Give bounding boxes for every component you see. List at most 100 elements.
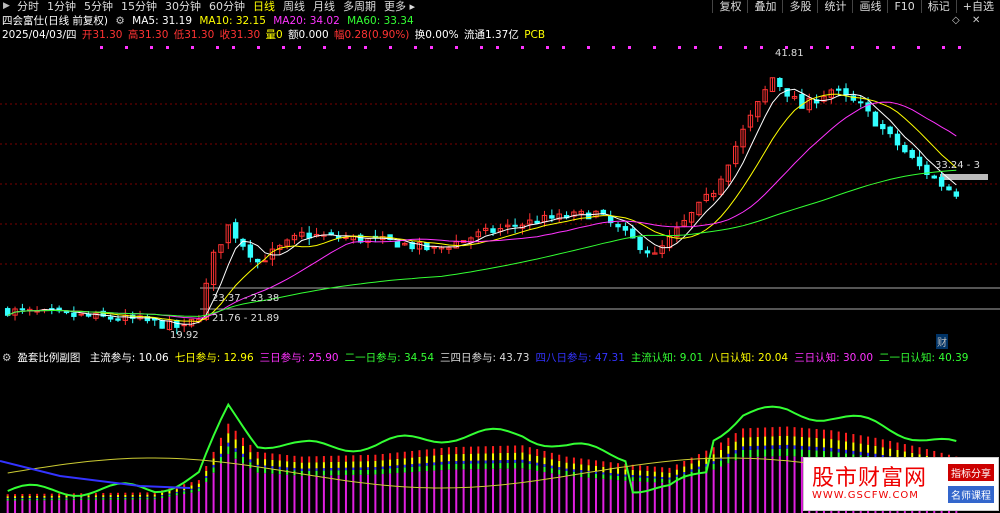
signal-dot [562, 46, 565, 49]
candle-body [953, 191, 960, 197]
signal-dot [521, 46, 524, 49]
signal-dot [810, 46, 813, 49]
candle-body [887, 126, 893, 135]
indicator-name: 盈套比例副图 [17, 352, 81, 364]
candle-body [63, 311, 70, 314]
signal-dot [480, 46, 483, 49]
high-label: 高31.30 [127, 29, 169, 41]
signal-dot [546, 46, 549, 49]
signal-dot [496, 46, 499, 49]
signal-dot [125, 46, 128, 49]
period-tabs: 分时 1分钟 5分钟 15分钟 30分钟 60分钟 日线 周线 月线 多周期 更多 ▸ [13, 0, 419, 13]
candle-body [938, 176, 945, 187]
candle-body [843, 88, 849, 96]
period-tab[interactable]: 5分钟 [80, 0, 117, 13]
price-annotation: 23.37 - 23.38 [212, 293, 279, 304]
signal-dot [653, 46, 656, 49]
watermark-tag-course: 名师课程 [948, 486, 994, 503]
period-toolbar: ▶ 分时 1分钟 5分钟 15分钟 30分钟 60分钟 日线 周线 月线 多周期 更多 ▸ 复权 叠加… [0, 0, 1000, 13]
candle-body [394, 240, 401, 248]
candle-body [615, 223, 621, 228]
moving-average-line [7, 101, 957, 319]
toolbar-button[interactable]: 多股 [782, 0, 817, 13]
candle-body [850, 95, 857, 101]
toolbar-button[interactable]: F10 [887, 0, 920, 13]
low-label: 低31.30 [173, 29, 215, 41]
signal-dot [455, 46, 458, 49]
candle-body [909, 149, 915, 158]
finance-badge[interactable]: 财 [936, 334, 948, 349]
header-price-row: 2025/04/03/四 开31.30 高31.30 低31.30 收31.30… [2, 29, 547, 42]
indicator-item: 七日参与: 12.96 [174, 352, 254, 364]
candle-body [232, 222, 239, 239]
signal-dot [389, 46, 392, 49]
signal-dot [100, 46, 103, 49]
signal-dot [612, 46, 615, 49]
candlestick-chart[interactable]: 41.81 33.24 - 3 23.37 - 23.38 21.76 - 21.89… [0, 44, 1000, 349]
change-label: 幅0.28(0.90%) [333, 29, 410, 41]
signal-dot [587, 46, 590, 49]
indicator-legend: ⚙ 盈套比例副图 主流参与: 10.06 七日参与: 12.96 三日参与: 25.9… [2, 352, 980, 365]
toolbar-button[interactable]: 画线 [852, 0, 887, 13]
signal-dot [744, 46, 747, 49]
signal-dot [323, 46, 326, 49]
ma60-label: MA60: 33.34 [347, 15, 414, 27]
stock-title: 四会富仕(日线 前复权) [2, 15, 109, 27]
signal-dot [414, 46, 417, 49]
signal-dot [282, 46, 285, 49]
period-tab[interactable]: 周线 [279, 0, 309, 13]
candle-body [777, 77, 783, 88]
signal-dot [694, 46, 697, 49]
signal-dot [958, 46, 961, 49]
ma5-label: MA5: 31.19 [132, 15, 192, 27]
period-tab[interactable]: 60分钟 [205, 0, 249, 13]
moving-average-line [7, 88, 957, 325]
candle-body [78, 313, 84, 316]
signal-dot [191, 46, 194, 49]
toolbar-button[interactable]: 复权 [712, 0, 747, 13]
signal-dot [166, 46, 169, 49]
signal-dot [826, 46, 829, 49]
candle-body [328, 232, 334, 235]
toolbar-button[interactable]: 标记 [920, 0, 956, 13]
candle-body [115, 318, 121, 321]
candle-body [71, 312, 77, 317]
candle-body [247, 244, 254, 258]
close-icon[interactable]: ✕ [972, 15, 980, 26]
float-cap-label: 流通1.37亿 [463, 29, 519, 41]
signal-dot [942, 46, 945, 49]
candle-body [946, 186, 952, 191]
period-tab[interactable]: 30分钟 [161, 0, 205, 13]
candle-body [637, 236, 643, 251]
signal-dot [876, 46, 879, 49]
signal-dot [628, 46, 631, 49]
candle-body [181, 324, 187, 327]
candle-body [431, 246, 437, 249]
period-tab[interactable]: 日线 [249, 0, 279, 13]
period-tab[interactable]: 15分钟 [117, 0, 161, 13]
expand-arrow-icon[interactable]: ▶ [0, 0, 13, 13]
period-tab[interactable]: 月线 [309, 0, 339, 13]
period-tab[interactable]: 1分钟 [43, 0, 80, 13]
indicator-settings-icon[interactable]: ⚙ [2, 352, 11, 364]
header-ma-row: 四会富仕(日线 前复权) ⚙ MA5: 31.19 MA10: 32.15 MA… [2, 15, 418, 28]
period-tab[interactable]: 分时 [13, 0, 43, 13]
period-tab[interactable]: 更多 ▸ [380, 0, 419, 13]
toolbar-button[interactable]: +自选 [955, 0, 1000, 13]
period-tab[interactable]: 多周期 [339, 0, 380, 13]
watermark-tag-share: 指标分享 [948, 464, 994, 481]
diamond-icon[interactable]: ◇ [952, 15, 960, 26]
toolbar-button[interactable]: 叠加 [747, 0, 782, 13]
toolbar-button[interactable]: 统计 [817, 0, 852, 13]
indicator-item: 四八日参与: 47.31 [535, 352, 625, 364]
indicator-item: 主流参与: 10.06 [89, 352, 169, 364]
ma10-label: MA10: 32.15 [199, 15, 266, 27]
signal-dot [298, 46, 301, 49]
candle-body [858, 101, 864, 104]
candle-body [916, 156, 923, 167]
candle-body [534, 220, 540, 224]
ma20-label: MA20: 34.02 [273, 15, 340, 27]
candle-body [835, 88, 842, 91]
settings-icon[interactable]: ⚙ [115, 15, 124, 27]
signal-dot [364, 46, 367, 49]
